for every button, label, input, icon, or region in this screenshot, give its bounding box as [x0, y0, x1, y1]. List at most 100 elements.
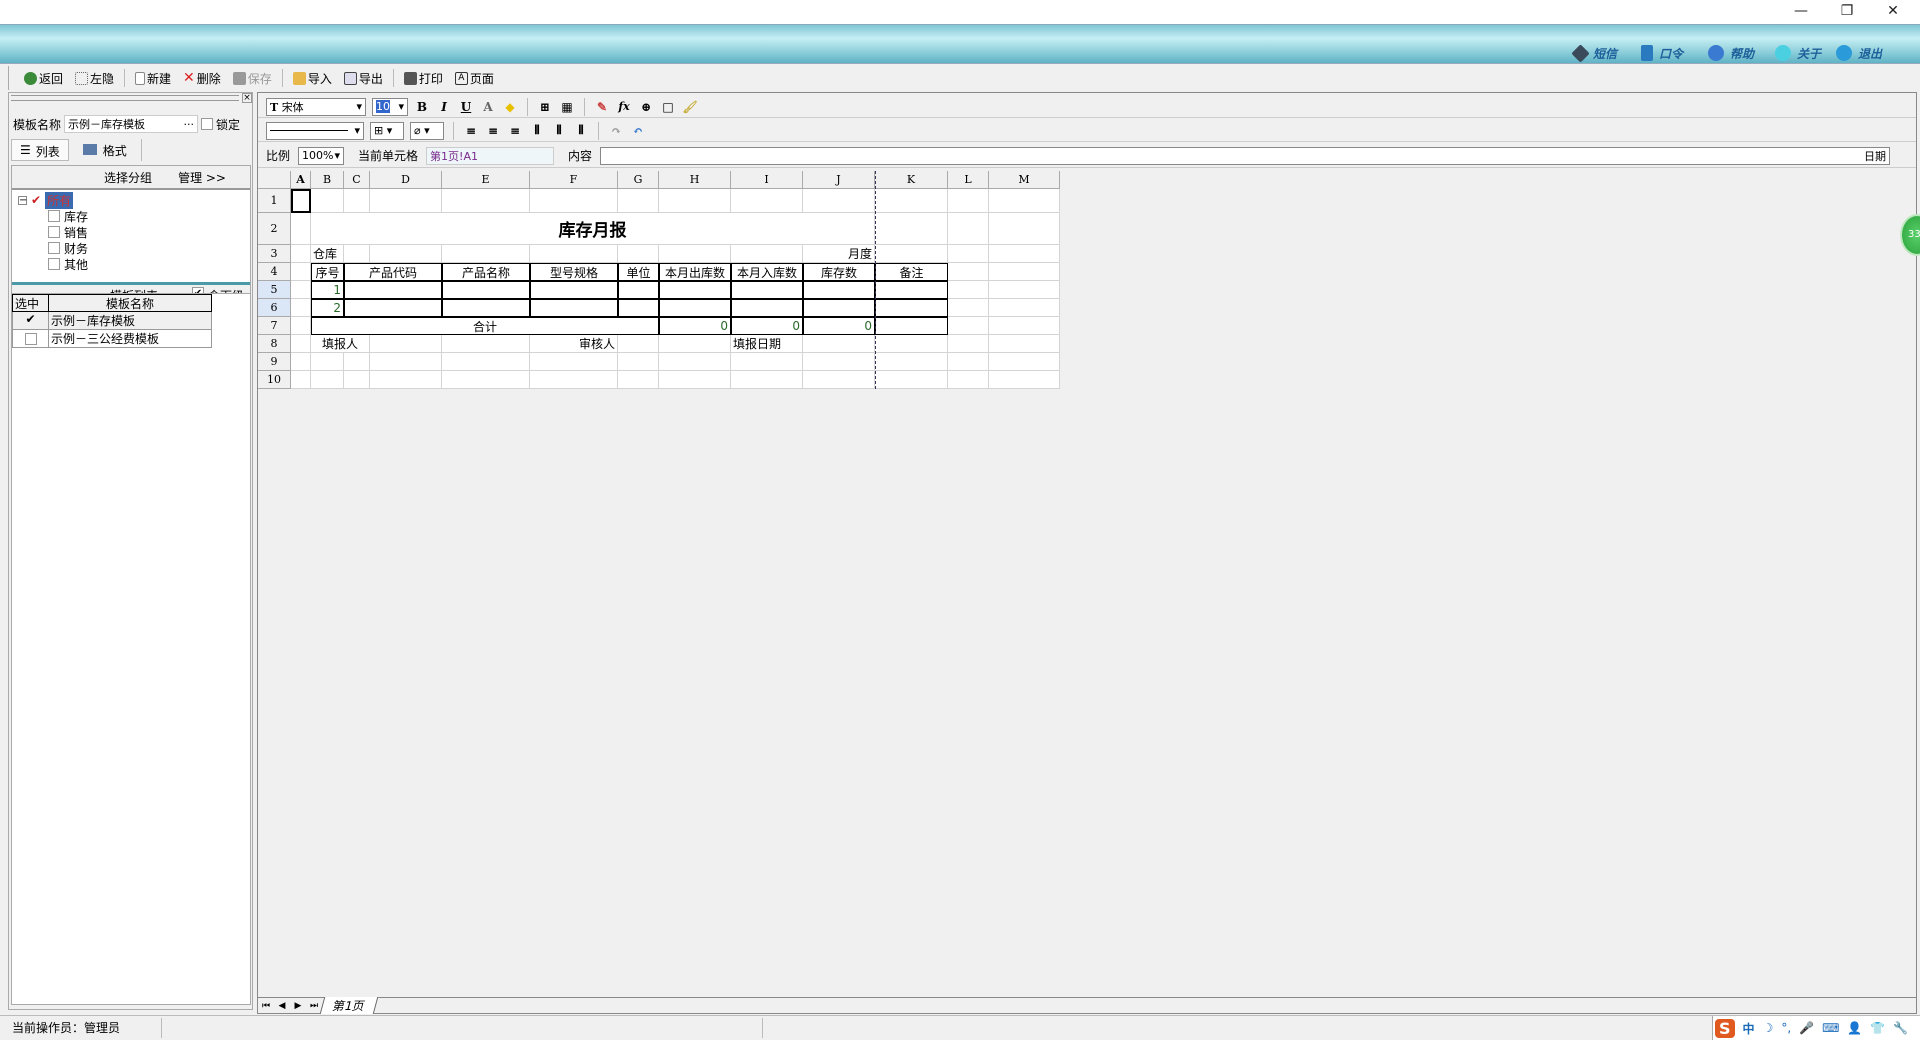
user-icon[interactable]: 👤: [1847, 1021, 1862, 1035]
restore-button[interactable]: ❐: [1824, 0, 1870, 22]
cell[interactable]: [659, 353, 731, 371]
close-panel-icon[interactable]: ×: [242, 93, 252, 103]
tree-item[interactable]: 销售: [18, 224, 244, 240]
cell[interactable]: [875, 353, 948, 371]
cell[interactable]: [731, 189, 803, 213]
cell-reviewer[interactable]: 审核人: [530, 335, 618, 353]
font-size-select[interactable]: 10 ▾: [372, 97, 408, 116]
cell[interactable]: [989, 245, 1060, 263]
cell[interactable]: [618, 353, 659, 371]
cell[interactable]: [370, 353, 442, 371]
cell[interactable]: [311, 353, 344, 371]
cell[interactable]: [659, 245, 731, 263]
tree-item[interactable]: 库存: [18, 208, 244, 224]
cell[interactable]: [989, 371, 1060, 389]
cell[interactable]: [731, 371, 803, 389]
cell[interactable]: [618, 299, 659, 317]
cell[interactable]: [948, 263, 989, 281]
cell[interactable]: [875, 245, 948, 263]
cell[interactable]: [875, 371, 948, 389]
cell[interactable]: [948, 213, 989, 245]
last-sheet-icon[interactable]: ⏭: [306, 1001, 322, 1011]
cell-r6-no[interactable]: 2: [311, 299, 344, 317]
brush-icon[interactable]: 🖌: [682, 99, 698, 115]
fill-color-icon[interactable]: ◆: [502, 99, 518, 115]
column-header[interactable]: F: [530, 171, 618, 189]
column-header[interactable]: G: [618, 171, 659, 189]
distribute-center-icon[interactable]: ⦀: [551, 123, 567, 139]
cell[interactable]: [659, 281, 731, 299]
cell[interactable]: [803, 353, 875, 371]
split-cells-icon[interactable]: ▦: [559, 99, 575, 115]
template-name-field[interactable]: 示例－库存模板 ···: [64, 115, 199, 133]
minimize-button[interactable]: —: [1778, 0, 1824, 22]
cell-h-out[interactable]: 本月出库数: [659, 263, 731, 281]
banner-password[interactable]: 口令: [1641, 43, 1683, 63]
cell[interactable]: [875, 299, 948, 317]
cell-t-out[interactable]: 0: [659, 317, 731, 335]
cell[interactable]: [530, 371, 618, 389]
current-cell-field[interactable]: 第1页!A1: [426, 146, 555, 165]
undo-icon[interactable]: ↶: [630, 123, 646, 139]
cell[interactable]: [948, 299, 989, 317]
tree-item[interactable]: 其他: [18, 256, 244, 272]
panel-grip[interactable]: [11, 95, 239, 101]
cell-h-no[interactable]: 序号: [311, 263, 344, 281]
row-header[interactable]: 9: [258, 353, 291, 371]
cell-h-stock[interactable]: 库存数: [803, 263, 875, 281]
border-select[interactable]: ⊞ ▾: [370, 121, 404, 140]
merge-cells-icon[interactable]: ⊞: [537, 99, 553, 115]
tree-item[interactable]: 财务: [18, 240, 244, 256]
cell[interactable]: [803, 335, 875, 353]
delete-button[interactable]: ✕ 删除: [178, 68, 226, 88]
cell[interactable]: [344, 189, 370, 213]
crosshair-icon[interactable]: ⊕: [638, 99, 654, 115]
column-header[interactable]: M: [989, 171, 1060, 189]
border-box-icon[interactable]: □: [660, 99, 676, 115]
checkbox[interactable]: [24, 332, 37, 345]
distribute-right-icon[interactable]: ⦀: [573, 123, 589, 139]
microphone-icon[interactable]: 🎤: [1799, 1021, 1814, 1035]
row-checkbox[interactable]: ✔: [13, 312, 49, 329]
banner-about[interactable]: 关于: [1775, 43, 1821, 63]
cell[interactable]: [989, 263, 1060, 281]
save-button[interactable]: 保存: [228, 68, 277, 88]
back-button[interactable]: 返回: [19, 68, 68, 88]
column-header[interactable]: I: [731, 171, 803, 189]
column-header[interactable]: C: [344, 171, 370, 189]
cell[interactable]: [659, 189, 731, 213]
row-header[interactable]: 10: [258, 371, 291, 389]
row-header[interactable]: 3: [258, 245, 291, 263]
cell[interactable]: [442, 281, 530, 299]
cell[interactable]: [803, 189, 875, 213]
cell[interactable]: [530, 245, 618, 263]
ime-logo[interactable]: S: [1715, 1018, 1735, 1038]
cell[interactable]: [291, 353, 311, 371]
column-header[interactable]: K: [875, 171, 948, 189]
column-header[interactable]: L: [948, 171, 989, 189]
font-select[interactable]: T 宋体 ▾: [266, 97, 366, 116]
manage-button[interactable]: 管理 >>: [178, 169, 226, 186]
next-sheet-icon[interactable]: ▶: [290, 1001, 306, 1011]
first-sheet-icon[interactable]: ⏮: [258, 1001, 274, 1011]
table-row[interactable]: ✔ 示例－库存模板: [12, 312, 212, 330]
cell[interactable]: [442, 371, 530, 389]
tab-format[interactable]: 格式: [69, 139, 142, 161]
cell-r5-no[interactable]: 1: [311, 281, 344, 299]
cell[interactable]: [618, 189, 659, 213]
cell[interactable]: [442, 335, 530, 353]
cell[interactable]: [291, 263, 311, 281]
cell[interactable]: [442, 189, 530, 213]
cell-h-unit[interactable]: 单位: [618, 263, 659, 281]
cell[interactable]: [442, 353, 530, 371]
selected-cell-A1[interactable]: [291, 189, 311, 213]
line-style-select[interactable]: ▾: [266, 121, 364, 140]
cell-h-spec[interactable]: 型号规格: [530, 263, 618, 281]
cell[interactable]: [989, 317, 1060, 335]
prev-sheet-icon[interactable]: ◀: [274, 1001, 290, 1011]
cell[interactable]: [344, 281, 442, 299]
cell-total[interactable]: 合计: [311, 317, 659, 335]
cell[interactable]: [344, 353, 370, 371]
eraser-select[interactable]: ⌀ ▾: [410, 121, 444, 140]
cell[interactable]: [618, 281, 659, 299]
